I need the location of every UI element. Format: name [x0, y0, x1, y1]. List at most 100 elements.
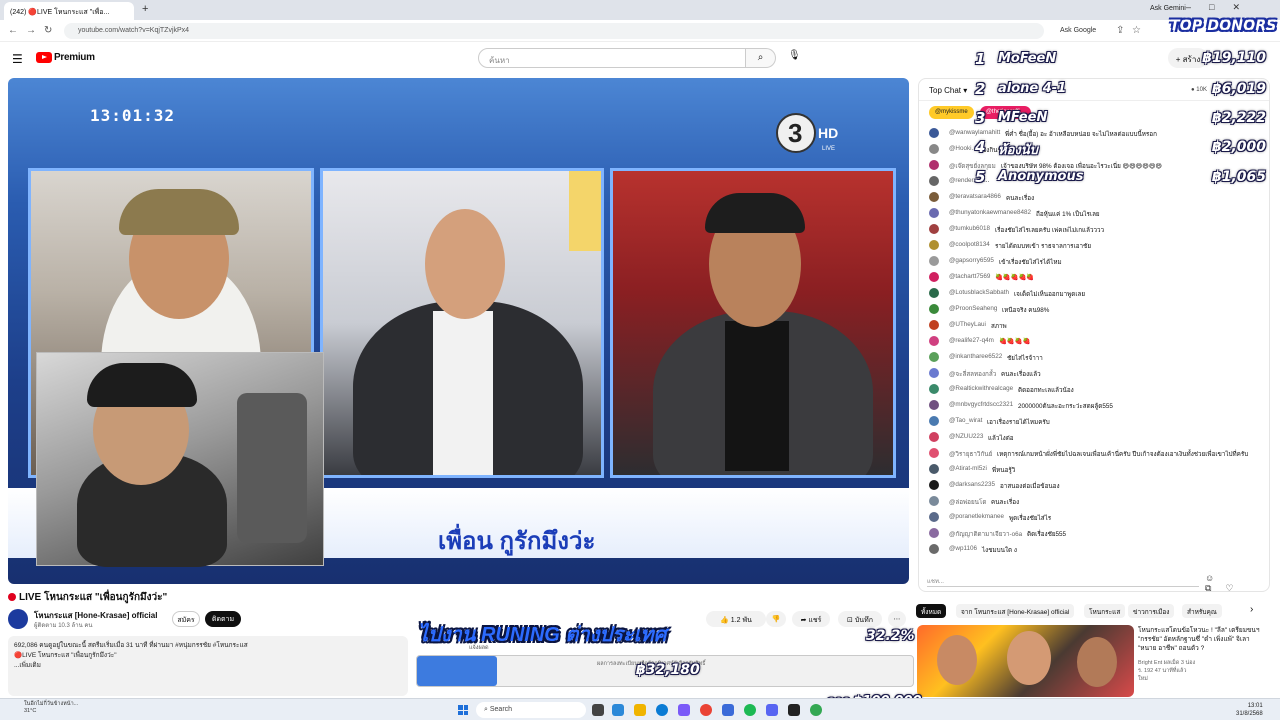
chat-avatar[interactable] [929, 480, 939, 490]
video-player[interactable]: 13:01:32 3 HD LIVE เพื่อน กูรักมึงว่ะ [8, 78, 909, 584]
chat-message[interactable]: @tachartt7569 🍓🍓🍓🍓🍓 [927, 269, 1257, 285]
window-controls[interactable]: –□✕ [1186, 2, 1258, 13]
chat-message[interactable]: @mnbvgycfrtdscc2321 2000000ต้นละอะกระว่ะส… [927, 397, 1257, 413]
chat-message[interactable]: @wp1106 ไงชมบนใต ง [927, 541, 1257, 557]
edge-icon[interactable] [656, 704, 668, 716]
chat-message[interactable]: @tumkub6018 เรื่องชัยไส่ไรเลยครับ เพ่คเพ่… [927, 221, 1257, 237]
chat-avatar[interactable] [929, 384, 939, 394]
ask-google-button[interactable]: Ask Google [1060, 27, 1096, 34]
task-view-icon[interactable] [592, 704, 604, 716]
share-page-icon[interactable]: ⇪ [1116, 25, 1124, 36]
chat-author[interactable]: @realife27-q4m [949, 337, 994, 344]
dislike-icon[interactable]: 👎 [766, 611, 786, 627]
chat-input-icons[interactable]: ☺⧉♡ [1205, 573, 1269, 591]
save-button[interactable]: ⊡ บันทึก [838, 611, 882, 627]
forward-icon[interactable]: → [26, 25, 36, 36]
search-input[interactable]: ค้นหา [478, 48, 746, 68]
chat-author[interactable]: @tachartt7569 [949, 273, 990, 280]
hamburger-menu-icon[interactable]: ☰ [12, 52, 23, 66]
chat-message[interactable]: @gapsorry6595 เข้าเรื่องชัยไส่ไรได้ไหม [927, 253, 1257, 269]
share-button[interactable]: ➦ แชร์ [792, 611, 830, 627]
chat-mode-dropdown[interactable]: Top Chat ▾ [929, 86, 967, 95]
bookmark-star-icon[interactable]: ☆ [1132, 25, 1141, 36]
chat-avatar[interactable] [929, 352, 939, 362]
chat-message[interactable]: @ProonSeaheng เหนือจริง คน98% [927, 301, 1257, 317]
chat-avatar[interactable] [929, 192, 939, 202]
chat-message[interactable]: @darksans2235 อาสนองต่อเมื่อข้อนอง [927, 477, 1257, 493]
chat-author[interactable]: @กัญญาติดามาเจียวา-o6a [949, 529, 1022, 539]
chat-avatar[interactable] [929, 448, 939, 458]
chat-avatar[interactable] [929, 464, 939, 474]
chat-author[interactable]: @gapsorry6595 [949, 257, 994, 264]
show-more-link[interactable]: ...เพิ่มเติม [14, 661, 402, 671]
microphone-icon[interactable]: 🎙 [788, 50, 801, 61]
chat-message[interactable]: @thunyatonkaewmanee8482 ถือหุ้นแค่ 1% เป็… [927, 205, 1257, 221]
chat-message[interactable]: @Atirat-ml5zi พี่หนอรู้วิ [927, 461, 1257, 477]
url-field[interactable]: youtube.com/watch?v=KqjTZvjkPx4 [64, 23, 1044, 39]
reload-icon[interactable]: ↻ [44, 25, 52, 36]
chat-avatar[interactable] [929, 144, 939, 154]
chat-message[interactable]: @ล่อพ่อยนโด คนละเรื่อง [927, 493, 1257, 509]
like-button[interactable]: 👍 1.2 พัน [706, 611, 766, 627]
rec-tab[interactable]: สำหรับคุณ [1182, 604, 1222, 618]
chat-avatar[interactable] [929, 240, 939, 250]
chat-author[interactable]: @Atirat-ml5zi [949, 465, 987, 472]
chat-avatar[interactable] [929, 528, 939, 538]
browser-tab[interactable]: (242) 🔴LIVE โหนกระแส "เพื่อ... [4, 2, 134, 20]
youtube-logo-icon[interactable] [36, 52, 52, 63]
chat-author[interactable]: @wp1106 [949, 545, 977, 552]
app-icon[interactable] [744, 704, 756, 716]
chat-avatar[interactable] [929, 224, 939, 234]
chat-avatar[interactable] [929, 256, 939, 266]
discord-icon[interactable] [766, 704, 778, 716]
join-button[interactable]: สมัคร [172, 611, 200, 627]
chat-avatar[interactable] [929, 320, 939, 330]
chat-message[interactable]: @จะลี่สลทองกลั้ว คนละเรื่องแล้ว [927, 365, 1257, 381]
chat-message[interactable]: @teravatsara4866 คนละเรื่อง [927, 189, 1257, 205]
chrome-icon[interactable] [700, 704, 712, 716]
weather-widget[interactable]: ในอีกไม่กี่วันข้างหน้า... 31°C [24, 701, 78, 715]
taskbar-clock[interactable]: 13:01 31/8/2568 [1236, 702, 1263, 718]
obs-icon[interactable] [788, 704, 800, 716]
recommendation-title[interactable]: โหนกระแสโดนข้อโหวนะ ! "ลีล" เตรียมขนฯ "ก… [1138, 626, 1266, 653]
chat-message[interactable]: @UTheyLaui สภาพ [927, 317, 1257, 333]
chat-avatar[interactable] [929, 544, 939, 554]
chat-avatar[interactable] [929, 128, 939, 138]
chat-avatar[interactable] [929, 512, 939, 522]
chat-message-list[interactable]: @wanwaylamahitt พี่ค่ำ ชื่อ(ยื้อ) อะ อ้าเ… [927, 125, 1257, 557]
more-actions-icon[interactable]: ⋯ [888, 611, 906, 627]
chat-message[interactable]: @Tao_wirat เอาเรื่องรายได้ไหมครับ [927, 413, 1257, 429]
rec-tab[interactable]: โหนกระแส [1084, 604, 1126, 618]
premium-logo-text[interactable]: Premium [54, 52, 95, 63]
chat-author[interactable]: @thunyatonkaewmanee8482 [949, 209, 1031, 216]
pinned-chip[interactable]: @mykissme [929, 106, 974, 119]
chat-avatar[interactable] [929, 400, 939, 410]
chat-author[interactable]: @UTheyLaui [949, 321, 986, 328]
chat-avatar[interactable] [929, 176, 939, 186]
chat-author[interactable]: @Hooki... [949, 145, 977, 152]
chat-author[interactable]: @teravatsara4866 [949, 193, 1001, 200]
chat-author[interactable]: @จะลี่สลทองกลั้ว [949, 369, 996, 379]
app-icon[interactable] [722, 704, 734, 716]
new-tab-button[interactable]: + [142, 3, 148, 15]
rec-tab[interactable]: ข่าวการเมือง [1128, 604, 1175, 618]
channel-avatar[interactable] [8, 609, 28, 629]
chat-avatar[interactable] [929, 432, 939, 442]
chat-author[interactable]: @LotusblackSabbath [949, 289, 1009, 296]
chat-author[interactable]: @mnbvgycfrtdscc2321 [949, 401, 1013, 408]
chat-message[interactable]: @NZUU223 แล้วไงต่อ [927, 429, 1257, 445]
chat-author[interactable]: @inkantharee6522 [949, 353, 1002, 360]
chat-author[interactable]: @wanwaylamahitt [949, 129, 1000, 136]
search-icon[interactable]: ⌕ [746, 48, 776, 68]
chat-input[interactable]: แชท... [927, 573, 1199, 587]
chat-avatar[interactable] [929, 304, 939, 314]
chat-author[interactable]: @Tao_wirat [949, 417, 982, 424]
recommendation-thumbnail[interactable] [917, 625, 1134, 697]
chat-avatar[interactable] [929, 336, 939, 346]
chat-author[interactable]: @poranetlekmanee [949, 513, 1004, 520]
chat-message[interactable]: @วิรายุธาวิกันย์ เหตุการณ์เกมหน้าผั่งพี่ช… [927, 445, 1257, 461]
windows-start-icon[interactable] [458, 705, 468, 715]
chat-author[interactable]: @ล่อพ่อยนโด [949, 497, 986, 507]
rec-tab[interactable]: ทั้งหมด [916, 604, 947, 618]
chat-author[interactable]: @tumkub6018 [949, 225, 990, 232]
